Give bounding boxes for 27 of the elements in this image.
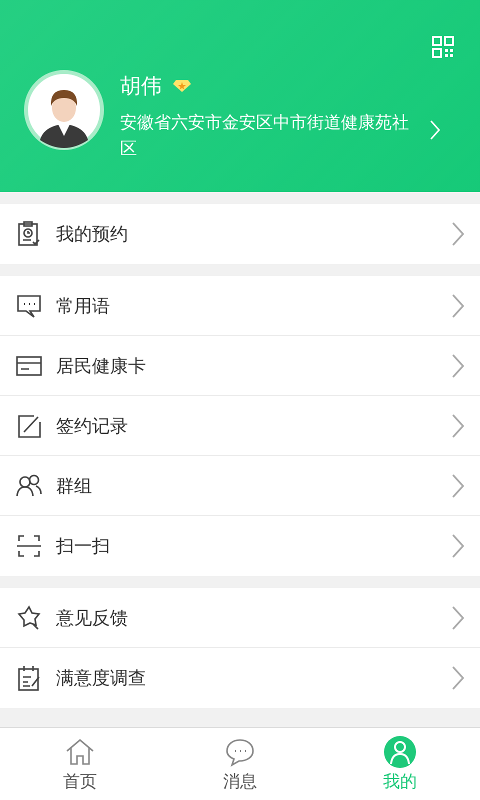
tab-item[interactable]: 首页 [0,728,160,800]
chevron-right-icon [452,294,464,318]
chevron-right-icon [452,666,464,690]
menu-item[interactable]: 扫一扫 [0,516,480,576]
chevron-right-icon [452,474,464,498]
chevron-right-icon [452,222,464,246]
menu-item[interactable]: 满意度调查 [0,648,480,708]
menu-item[interactable]: 群组 [0,456,480,516]
person-icon [384,736,416,768]
menu-item[interactable]: 居民健康卡 [0,336,480,396]
menu-item[interactable]: 我的预约 [0,204,480,264]
chevron-right-icon [452,534,464,558]
user-name: 胡伟 [120,73,162,100]
scan-icon [16,533,42,559]
tab-item[interactable]: 消息 [160,728,320,800]
menu-item[interactable]: 常用语 [0,276,480,336]
chevron-right-icon [452,606,464,630]
avatar-icon [24,70,104,150]
group-icon [16,472,42,498]
chevron-right-icon[interactable] [430,120,440,140]
menu-item[interactable]: 签约记录 [0,396,480,456]
chevron-right-icon [452,414,464,438]
diamond-badge-icon [172,79,192,93]
chevron-right-icon [452,354,464,378]
user-address: 安徽省六安市金安区中市街道健康苑社区 [120,112,410,161]
menu-item[interactable]: 意见反馈 [0,588,480,648]
qr-code-icon[interactable] [432,36,454,58]
